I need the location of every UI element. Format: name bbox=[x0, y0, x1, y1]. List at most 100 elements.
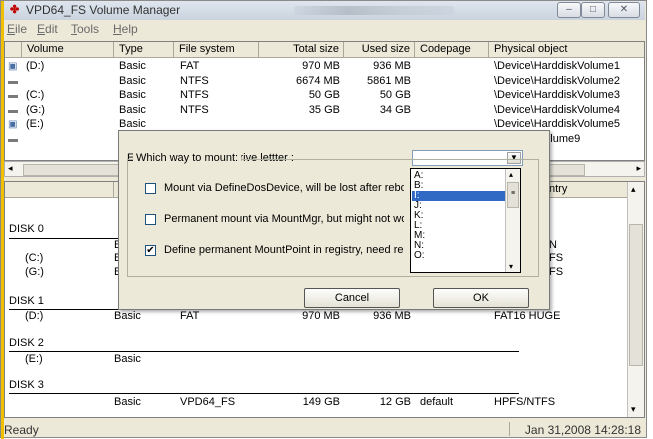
cell-physical-object: \Device\HarddiskVolume3 bbox=[494, 89, 620, 101]
cell-total-size: 149 GB bbox=[302, 396, 340, 408]
maximize-button[interactable]: □ bbox=[581, 2, 605, 18]
cell-volume: (D:) bbox=[26, 60, 45, 72]
cell-physical-object: \Device\HarddiskVolume2 bbox=[494, 74, 620, 87]
drive-letter-option[interactable]: A: bbox=[414, 171, 423, 181]
scroll-down-icon[interactable]: ▾ bbox=[631, 404, 636, 415]
cell-volume: (D:) bbox=[25, 310, 44, 322]
vertical-scrollbar[interactable]: ▴ ▾ bbox=[627, 182, 644, 417]
drive-icon: ▣ bbox=[8, 61, 18, 72]
cell-used-size: 12 GB bbox=[379, 396, 411, 408]
cancel-button[interactable]: Cancel bbox=[304, 288, 400, 308]
selected-highlight bbox=[412, 191, 506, 201]
cell-volume: (G:) bbox=[25, 266, 44, 278]
option-define-dos-label: Mount via DefineDosDevice, will be lost … bbox=[164, 182, 404, 194]
drive-letter-option[interactable]: K: bbox=[414, 211, 423, 221]
scroll-thumb[interactable] bbox=[629, 224, 643, 366]
disk-icon: ▬ bbox=[8, 104, 18, 116]
group-title: Which way to mount: bbox=[133, 152, 242, 164]
header-icon-col bbox=[5, 42, 22, 58]
header-disk-col bbox=[5, 182, 114, 198]
cell-type: Basic bbox=[114, 396, 141, 408]
dropdown-scrollbar[interactable]: ▴ ≡ ▾ bbox=[505, 169, 520, 272]
table-row[interactable]: ▬ Basic NTFS 6674 MB 5861 MB \Device\Harddisk… bbox=[5, 74, 644, 90]
minimize-button[interactable]: – bbox=[557, 2, 581, 18]
header-total-size[interactable]: Total size bbox=[259, 42, 344, 58]
disk-icon: ▬ bbox=[8, 75, 18, 87]
ok-button[interactable]: OK bbox=[433, 288, 529, 308]
menu-tools[interactable]: Tools bbox=[71, 22, 99, 36]
drive-icon: ▣ bbox=[8, 119, 18, 130]
cell-file-system: FAT bbox=[180, 310, 200, 322]
scroll-up-icon[interactable]: ▴ bbox=[509, 170, 513, 179]
scroll-right-icon[interactable]: ▸ bbox=[636, 163, 641, 174]
header-physical-object[interactable]: Physical object bbox=[489, 42, 644, 58]
drive-letter-option[interactable]: B: bbox=[414, 181, 423, 191]
right-edge bbox=[647, 0, 653, 438]
disk-label: DISK 1 bbox=[9, 295, 44, 307]
cell-type: Basic bbox=[114, 353, 141, 365]
status-bar: Ready Jan 31,2008 14:28:18 bbox=[4, 420, 645, 438]
drive-letter-option[interactable]: L: bbox=[414, 221, 422, 231]
window-title: VPD64_FS Volume Manager bbox=[26, 3, 181, 17]
disk-label: DISK 3 bbox=[9, 379, 44, 391]
drive-letter-option[interactable]: I: bbox=[414, 191, 420, 201]
status-datetime: Jan 31,2008 14:28:18 bbox=[524, 423, 641, 437]
table-row[interactable]: ▬ (G:) Basic NTFS 35 GB 34 GB \Device\Harddisk… bbox=[5, 103, 644, 119]
header-file-system[interactable]: File system bbox=[174, 42, 259, 58]
scroll-down-icon[interactable]: ▾ bbox=[509, 262, 513, 271]
cell-type: Basic bbox=[119, 103, 146, 116]
drive-letter-option[interactable]: N: bbox=[414, 241, 424, 251]
cell-used-size: 50 GB bbox=[379, 89, 411, 101]
drive-letter-option[interactable]: O: bbox=[414, 251, 425, 261]
cell-used-size: 936 MB bbox=[373, 310, 411, 322]
menu-help[interactable]: Help bbox=[113, 22, 138, 36]
cell-physical-object: \Device\HarddiskVolume1 bbox=[494, 60, 620, 72]
header-volume[interactable]: Volume bbox=[22, 42, 114, 58]
menu-file[interactable]: Eile bbox=[7, 22, 27, 36]
header-used-size[interactable]: Used size bbox=[344, 42, 415, 58]
option-mountmgr-checkbox[interactable] bbox=[145, 214, 156, 225]
cell-codepage: default bbox=[420, 396, 454, 408]
disk-divider bbox=[9, 351, 519, 352]
scroll-thumb[interactable]: ≡ bbox=[507, 182, 519, 208]
title-bar[interactable]: ✤ VPD64_FS Volume Manager – □ ✕ bbox=[4, 1, 645, 20]
scroll-left-icon[interactable]: ◂ bbox=[8, 163, 13, 174]
menu-bar: Eile Edit Tools Help bbox=[4, 21, 645, 37]
header-codepage[interactable]: Codepage bbox=[415, 42, 489, 58]
cell-file-system: NTFS bbox=[180, 89, 209, 101]
cell-type: Basic bbox=[119, 74, 146, 87]
close-button[interactable]: ✕ bbox=[608, 2, 640, 18]
cell-volume: (C:) bbox=[25, 252, 44, 264]
disk-icon: ▬ bbox=[8, 90, 18, 101]
cell-total-size: 6674 MB bbox=[295, 74, 340, 87]
title-blur bbox=[294, 6, 454, 15]
cell-used-size: 5861 MB bbox=[366, 74, 411, 87]
cell-volume: (C:) bbox=[26, 89, 45, 101]
disk-divider bbox=[9, 393, 519, 394]
option-define-dos-checkbox[interactable] bbox=[145, 183, 156, 194]
drive-letter-option[interactable]: M: bbox=[414, 231, 425, 241]
status-separator bbox=[509, 422, 510, 436]
cell-total-size: 35 GB bbox=[308, 103, 340, 116]
cell-volume: (E:) bbox=[26, 118, 44, 130]
cell-fs-type: HPFS/NTFS bbox=[494, 396, 556, 408]
option-registry-checkbox[interactable]: ✔ bbox=[145, 245, 156, 256]
cell-file-system: NTFS bbox=[180, 103, 209, 116]
cell-file-system: NTFS bbox=[180, 74, 209, 87]
cell-total-size: 970 MB bbox=[302, 60, 340, 72]
option-registry-label: Define permanent MountPoint in registry,… bbox=[164, 244, 404, 256]
cell-type: Basic bbox=[114, 310, 141, 322]
table-row[interactable]: ▬ (C:) Basic NTFS 50 GB 50 GB \Device\Harddisk… bbox=[5, 89, 644, 104]
header-type[interactable]: Type bbox=[114, 42, 174, 58]
cell-fs-type: FS bbox=[549, 252, 564, 264]
drive-letter-option[interactable]: J: bbox=[414, 201, 422, 211]
cell-type: Basic bbox=[119, 60, 146, 72]
cell-total-size: 970 MB bbox=[302, 310, 340, 322]
drive-letter-dropdown[interactable]: A: B: I: J: K: L: M: N: O: ▴ ≡ ▾ bbox=[410, 168, 521, 273]
cell-file-system: VPD64_FS bbox=[180, 396, 236, 408]
menu-edit[interactable]: Edit bbox=[37, 22, 58, 36]
cell-file-system: FAT bbox=[180, 60, 200, 72]
table-row[interactable]: ▣ (D:) Basic FAT 970 MB 936 MB \Device\Harddis… bbox=[5, 60, 644, 75]
cell-used-size: 936 MB bbox=[373, 60, 411, 72]
scroll-up-icon[interactable]: ▴ bbox=[631, 184, 636, 195]
